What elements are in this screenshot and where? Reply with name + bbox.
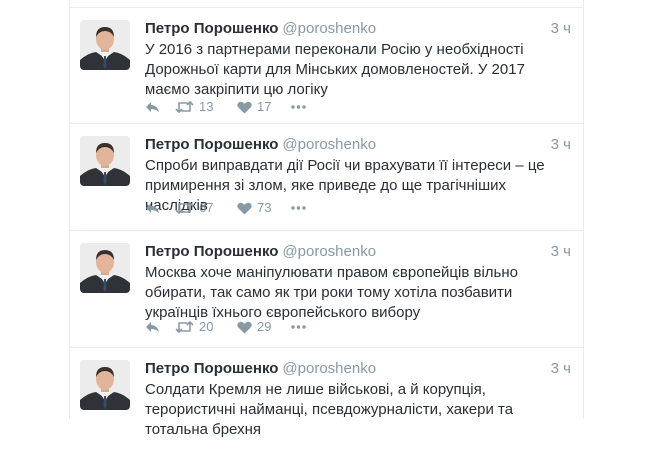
author-name[interactable]: Петро Порошенко: [145, 360, 278, 377]
tweet-text: У 2016 з партнерами переконали Росію у н…: [145, 41, 525, 98]
more-icon: [291, 105, 306, 109]
reply-icon: [146, 322, 159, 332]
tweet-header: Петро Порошенко @poroshenko 3 ч: [145, 242, 571, 262]
retweet-count: 20: [199, 319, 214, 334]
tweet-text: Москва хоче маніпулювати правом європейц…: [145, 264, 518, 321]
more-button[interactable]: [291, 200, 306, 216]
retweet-button[interactable]: 13: [175, 99, 213, 115]
like-count: 73: [257, 200, 272, 215]
tweet-timeline: Петро Порошенко @poroshenko 3 ч У 2016 з …: [69, 0, 584, 438]
reply-icon: [146, 102, 159, 112]
more-button[interactable]: [291, 319, 306, 335]
retweet-button[interactable]: 67: [175, 200, 213, 216]
tweet-timestamp[interactable]: 3 ч: [551, 242, 571, 262]
tweet-timestamp[interactable]: 3 ч: [551, 135, 571, 155]
author-name[interactable]: Петро Порошенко: [145, 136, 278, 153]
more-icon: [291, 325, 306, 329]
tweet-timestamp[interactable]: 3 ч: [551, 19, 571, 39]
tweet-header: Петро Порошенко @poroshenko 3 ч: [145, 135, 571, 155]
reply-icon: [146, 203, 159, 213]
author-name[interactable]: Петро Порошенко: [145, 243, 278, 260]
avatar[interactable]: [80, 360, 130, 410]
tweet[interactable]: Петро Порошенко @poroshenko 3 ч Солдати К…: [70, 347, 583, 464]
tweet-timestamp[interactable]: 3 ч: [551, 359, 571, 379]
tweet-header: Петро Порошенко @poroshenko 3 ч: [145, 359, 571, 379]
author-handle[interactable]: @poroshenko: [282, 360, 376, 377]
more-button[interactable]: [291, 99, 306, 115]
tweet[interactable]: Петро Порошенко @poroshenko 3 ч У 2016 з …: [70, 7, 583, 124]
heart-icon: [237, 202, 252, 214]
more-icon: [291, 206, 306, 210]
tweet-text: Солдати Кремля не лише військові, а й ко…: [145, 381, 514, 438]
heart-icon: [237, 321, 252, 333]
tweet-header: Петро Порошенко @poroshenko 3 ч: [145, 19, 571, 39]
retweet-icon: [175, 202, 194, 214]
author-name[interactable]: Петро Порошенко: [145, 20, 278, 37]
author-handle[interactable]: @poroshenko: [282, 243, 376, 260]
tweet[interactable]: Петро Порошенко @poroshenko 3 ч Москва хо…: [70, 230, 583, 347]
like-button[interactable]: 17: [237, 99, 271, 115]
retweet-icon: [175, 101, 194, 113]
tweet[interactable]: Петро Порошенко @poroshenko 3 ч Спроби ви…: [70, 123, 583, 240]
heart-icon: [237, 101, 252, 113]
avatar[interactable]: [80, 136, 130, 186]
like-button[interactable]: 29: [237, 319, 271, 335]
author-handle[interactable]: @poroshenko: [282, 136, 376, 153]
like-count: 29: [257, 319, 272, 334]
avatar[interactable]: [80, 243, 130, 293]
retweet-count: 13: [199, 99, 214, 114]
like-button[interactable]: 73: [237, 200, 271, 216]
reply-button[interactable]: [145, 99, 160, 115]
retweet-icon: [175, 321, 194, 333]
author-handle[interactable]: @poroshenko: [282, 20, 376, 37]
reply-button[interactable]: [145, 200, 160, 216]
like-count: 17: [257, 99, 272, 114]
avatar[interactable]: [80, 20, 130, 70]
reply-button[interactable]: [145, 319, 160, 335]
retweet-count: 67: [199, 200, 214, 215]
retweet-button[interactable]: 20: [175, 319, 213, 335]
